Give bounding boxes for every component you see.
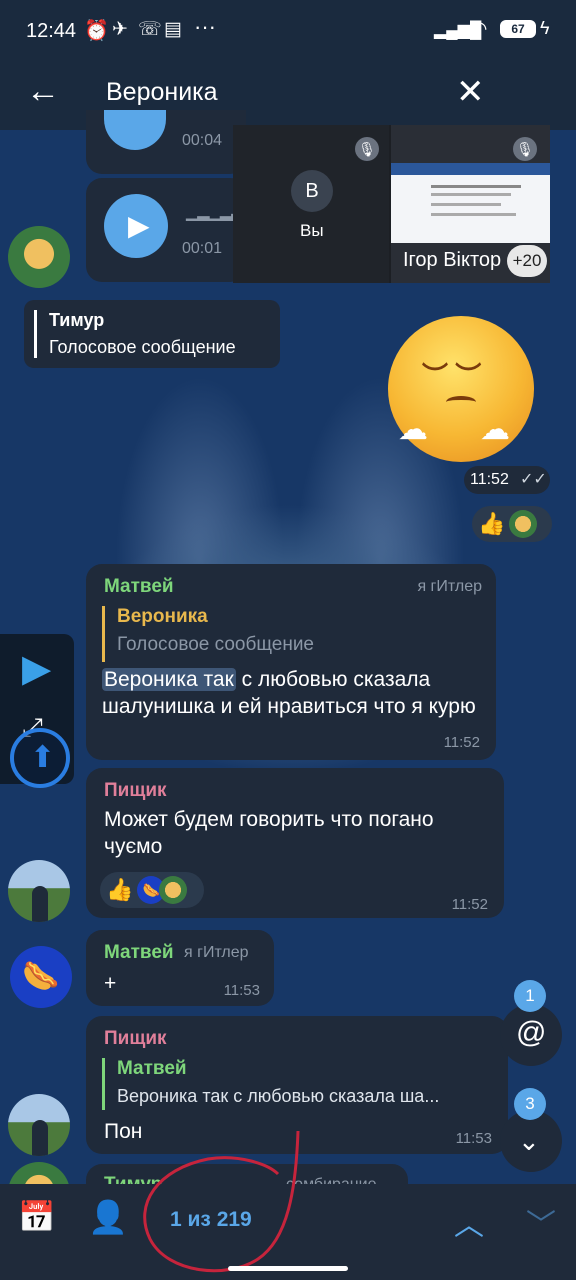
voice-duration: 00:01 bbox=[182, 240, 223, 257]
message-text: Вероника так с любовью сказала шалунишка… bbox=[102, 668, 476, 718]
thumbs-up-icon: 👍 bbox=[106, 877, 134, 902]
sticker-time-badge: 11:52 ✓✓ bbox=[464, 466, 550, 494]
mic-off-icon: 🎙 bbox=[513, 137, 537, 161]
group-call-overlay[interactable]: В Вы 🎙 🎙 Ігор Віктор +20 bbox=[233, 125, 550, 283]
message-time: 11:52 bbox=[451, 896, 488, 913]
mic-off-icon: 🎙 bbox=[355, 137, 379, 161]
thumbs-up-icon: 👍 bbox=[478, 511, 506, 536]
reply-author: Тимур bbox=[49, 310, 105, 330]
telegram-icon: ✈ bbox=[112, 19, 128, 40]
sender-name: Матвей bbox=[104, 942, 174, 963]
message-text: Может будем говорить что погано чуємо bbox=[104, 808, 434, 858]
avatar bbox=[159, 876, 188, 904]
participant-tile[interactable]: 🎙 Ігор Віктор +20 bbox=[391, 125, 550, 283]
play-button[interactable] bbox=[104, 110, 166, 150]
read-checks-icon: ✓✓ bbox=[520, 471, 547, 488]
status-bar: 12:44 ⏰ ✈ ☏ ▤ ··· ▂▄▆█ ◠ 67 ϟ bbox=[0, 0, 576, 60]
sender-tag: я гИтлер bbox=[184, 944, 249, 961]
home-indicator bbox=[228, 1266, 348, 1271]
mentions-count-badge: 1 bbox=[514, 980, 546, 1012]
quote-text: Голосовое сообщение bbox=[117, 634, 314, 655]
message-bubble[interactable]: Матвей я гИтлер + 11:53 bbox=[86, 930, 274, 1006]
message-bubble[interactable]: Пищик Может будем говорить что погано чу… bbox=[86, 768, 504, 918]
avatar[interactable] bbox=[8, 1094, 70, 1156]
viber-icon: ☏ bbox=[138, 19, 162, 40]
quote-author: Вероника bbox=[117, 606, 208, 627]
close-icon[interactable]: ✕ bbox=[456, 72, 485, 112]
message-time: 11:53 bbox=[223, 982, 260, 999]
next-result-chevron-down-icon[interactable]: ﹀ bbox=[526, 1200, 556, 1244]
avatar[interactable]: 🌭 bbox=[10, 946, 72, 1008]
back-arrow-icon[interactable]: ← bbox=[26, 72, 60, 111]
self-label: Вы bbox=[300, 221, 324, 240]
avatar: В bbox=[291, 170, 333, 212]
reaction-chip[interactable]: 👍 🌭 bbox=[100, 872, 204, 908]
message-text: Пон bbox=[104, 1120, 143, 1143]
wifi-icon: ◠ bbox=[470, 18, 488, 40]
news-icon: ▤ bbox=[164, 19, 182, 40]
quoted-message[interactable]: Вероника Голосовое сообщение bbox=[102, 606, 314, 662]
avatar[interactable] bbox=[8, 226, 70, 288]
battery-icon: 67 bbox=[500, 20, 536, 38]
at-icon: @ bbox=[516, 1016, 547, 1049]
search-highlight: Вероника так bbox=[102, 668, 236, 691]
extra-participants-badge[interactable]: +20 bbox=[507, 245, 547, 277]
search-query[interactable]: Вероника bbox=[106, 78, 218, 107]
screen-share-preview bbox=[391, 163, 550, 243]
red-marker-circle bbox=[143, 1130, 300, 1273]
message-text: + bbox=[104, 972, 117, 995]
charging-icon: ϟ bbox=[540, 18, 550, 38]
message-time: 11:53 bbox=[455, 1130, 492, 1147]
play-button[interactable]: ▶ bbox=[104, 194, 168, 258]
avatar bbox=[509, 510, 538, 538]
voice-message[interactable]: 00:04 bbox=[86, 110, 246, 174]
more-icon: ··· bbox=[194, 14, 216, 39]
voice-message[interactable]: ▶ ▁▂▁▂▃▂▆█ 00:01 bbox=[86, 178, 276, 282]
voice-duration: 00:04 bbox=[182, 132, 223, 149]
alarm-icon: ⏰ bbox=[84, 20, 109, 42]
sender-tag: я гИтлер bbox=[417, 578, 482, 595]
quoted-message[interactable]: Матвей Вероника так с любовью сказала ша… bbox=[102, 1058, 439, 1110]
chevron-down-icon: ⌄ bbox=[518, 1126, 540, 1156]
self-tile[interactable]: В Вы 🎙 bbox=[233, 125, 389, 283]
quote-text: Вероника так с любовью сказала ша... bbox=[117, 1086, 440, 1106]
angry-emoji-sticker[interactable]: ︶ ︶ ☁ ☁ bbox=[388, 316, 534, 462]
sender-name: Пищик bbox=[104, 780, 167, 801]
search-nav-bar: 📅 👤 1 из 219 ︿ ﹀ bbox=[0, 1130, 576, 1280]
sender-name: Пищик bbox=[104, 1028, 167, 1049]
quote-author: Матвей bbox=[117, 1058, 187, 1079]
play-icon[interactable]: ▶ bbox=[22, 646, 51, 691]
status-time: 12:44 bbox=[26, 20, 77, 42]
sender-name: Матвей bbox=[104, 576, 174, 597]
mentions-button[interactable]: @ bbox=[500, 1004, 562, 1066]
message-time: 11:52 bbox=[443, 734, 480, 751]
play-icon: ▶ bbox=[128, 210, 150, 241]
unread-count-badge: 3 bbox=[514, 1088, 546, 1120]
calendar-search-icon[interactable]: 📅 bbox=[18, 1200, 55, 1235]
reply-text: Голосовое сообщение bbox=[49, 337, 236, 357]
previous-result-chevron-up-icon[interactable]: ︿ bbox=[454, 1200, 484, 1244]
share-indicator: ⬆ bbox=[10, 728, 70, 788]
avatar[interactable] bbox=[8, 860, 70, 922]
pinned-reply-card[interactable]: Тимур Голосовое сообщение bbox=[24, 300, 280, 368]
participant-name: Ігор Віктор bbox=[403, 249, 502, 271]
user-search-icon[interactable]: 👤 bbox=[88, 1198, 128, 1236]
reaction-chip[interactable]: 👍 bbox=[472, 506, 552, 542]
message-bubble[interactable]: Матвей я гИтлер Вероника Голосовое сообщ… bbox=[86, 564, 496, 760]
